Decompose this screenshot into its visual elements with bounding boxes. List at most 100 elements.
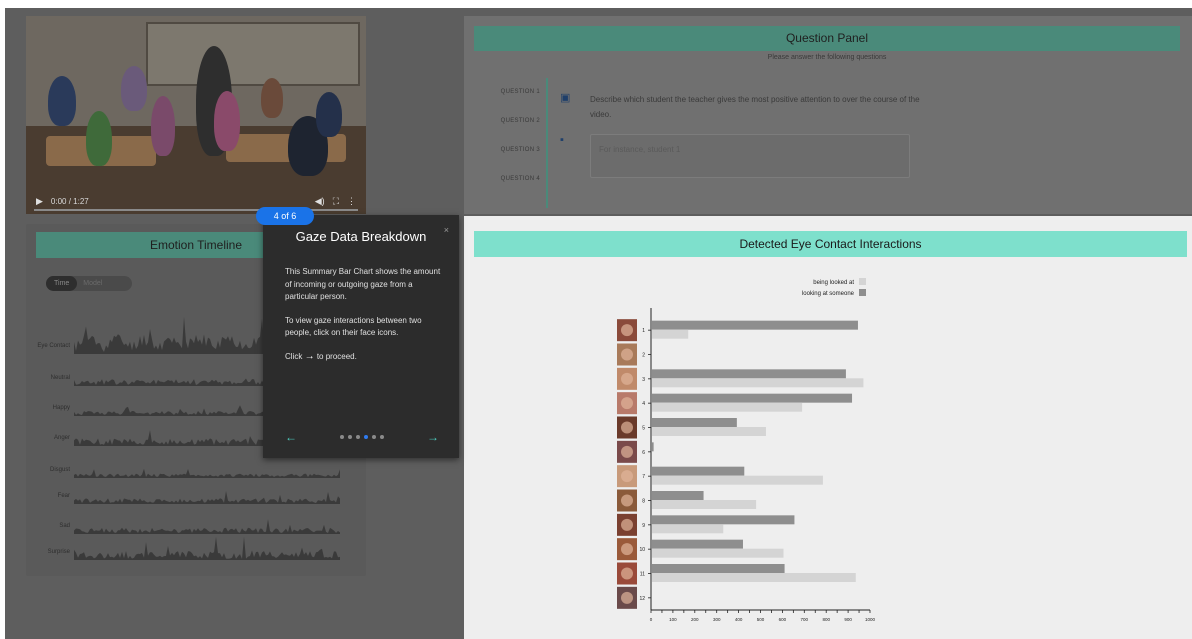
x-tick-label: 700 xyxy=(801,617,809,622)
bar-being-looked-at xyxy=(652,427,766,436)
more-options-icon[interactable]: ⋮ xyxy=(347,196,356,207)
bar-looking-at-someone xyxy=(652,466,745,476)
x-tick-label: 900 xyxy=(844,617,852,622)
bar-being-looked-at xyxy=(652,329,689,339)
emotion-row-label: Disgust xyxy=(49,467,70,473)
x-tick-label: 500 xyxy=(757,617,765,622)
question-panel: Question Panel Please answer the followi… xyxy=(464,16,1192,214)
legend-label: looking at someone xyxy=(802,291,855,297)
face-icon-head xyxy=(621,324,633,337)
tutorial-dots xyxy=(340,435,384,439)
bar-being-looked-at xyxy=(652,524,724,534)
video-table xyxy=(226,134,346,162)
bar-looking-at-someone xyxy=(652,539,743,549)
tutorial-dot[interactable] xyxy=(348,435,352,439)
play-icon[interactable]: ▶ xyxy=(36,196,43,207)
tutorial-dot[interactable] xyxy=(372,435,376,439)
face-icon-head xyxy=(621,591,633,604)
question-panel-subtitle: Please answer the following questions xyxy=(767,54,887,61)
question-nav-item[interactable]: QUESTION 3 xyxy=(484,136,546,165)
eye-contact-title: Detected Eye Contact Interactions xyxy=(474,231,1187,257)
video-person xyxy=(151,96,175,156)
tutorial-dot[interactable] xyxy=(364,435,368,439)
tutorial-paragraph: This Summary Bar Chart shows the amount … xyxy=(285,267,441,301)
y-tick-label: 10 xyxy=(639,547,645,553)
y-tick-label: 11 xyxy=(640,572,645,578)
emotion-row-label: Surprise xyxy=(47,549,70,555)
tutorial-nav: ← → xyxy=(285,430,439,444)
prev-arrow-icon[interactable]: ← xyxy=(285,430,297,444)
bar-looking-at-someone xyxy=(652,320,858,330)
x-tick-label: 100 xyxy=(669,617,677,622)
video-person xyxy=(121,66,147,111)
top-strip xyxy=(0,0,1192,8)
legend-swatch xyxy=(859,289,866,296)
emotion-row-label: Happy xyxy=(52,405,70,411)
bar-looking-at-someone xyxy=(652,515,795,525)
face-icon-head xyxy=(621,445,633,458)
y-tick-label: 7 xyxy=(642,474,645,480)
tutorial-dot[interactable] xyxy=(356,435,360,439)
y-tick-label: 12 xyxy=(639,596,645,602)
step-badge: 4 of 6 xyxy=(256,207,314,225)
toggle-model[interactable]: Model xyxy=(77,280,108,287)
y-tick-label: 8 xyxy=(642,499,645,505)
y-tick-label: 9 xyxy=(642,523,645,529)
bar-being-looked-at xyxy=(652,573,856,582)
fullscreen-icon[interactable]: ⛶ xyxy=(333,196,339,207)
video-person xyxy=(261,78,283,118)
x-tick-label: 800 xyxy=(822,617,830,622)
question-nav: QUESTION 1 QUESTION 2 QUESTION 3 QUESTIO… xyxy=(484,78,548,208)
x-tick-label: 1000 xyxy=(865,617,876,622)
emotion-row-label: Fear xyxy=(57,493,70,499)
tutorial-dot[interactable] xyxy=(340,435,344,439)
emotion-sparkline xyxy=(74,536,340,560)
face-icon-head xyxy=(621,470,633,483)
question-panel-title: Question Panel xyxy=(474,26,1180,51)
emotion-row-label: Sad xyxy=(59,523,70,529)
video-person xyxy=(48,76,76,126)
video-bulletin-board xyxy=(146,22,360,86)
time-model-toggle[interactable]: Time Model xyxy=(46,276,132,291)
face-icon-head xyxy=(621,348,633,361)
face-icon-head xyxy=(621,372,633,385)
x-tick-label: 300 xyxy=(713,617,721,622)
next-arrow-icon[interactable]: → xyxy=(427,430,439,444)
answer-input[interactable]: For instance, student 1 xyxy=(590,134,910,178)
question-text: Describe which student the teacher gives… xyxy=(590,95,920,119)
volume-icon[interactable]: ◀) xyxy=(315,196,325,207)
legend-swatch xyxy=(859,278,866,285)
question-nav-item[interactable]: QUESTION 1 xyxy=(484,78,546,107)
close-icon[interactable]: × xyxy=(444,225,449,235)
emotion-row-label: Anger xyxy=(53,435,70,441)
toggle-time[interactable]: Time xyxy=(46,276,78,291)
arrow-right-icon: → xyxy=(304,350,315,362)
bar-looking-at-someone xyxy=(652,442,654,452)
bar-looking-at-someone xyxy=(652,418,737,427)
emotion-row-label: Neutral xyxy=(50,375,70,381)
question-nav-item[interactable]: QUESTION 2 xyxy=(484,107,546,136)
bar-being-looked-at xyxy=(652,475,823,485)
video-time: 0:00 / 1:27 xyxy=(50,196,89,206)
bar-looking-at-someone xyxy=(652,564,785,573)
tutorial-paragraph: Click → to proceed. xyxy=(285,351,443,364)
x-tick-label: 200 xyxy=(691,617,699,622)
eye-contact-chart: being looked at looking at someone 0 100 200… xyxy=(617,278,876,622)
tutorial-paragraph: To view gaze interactions between two pe… xyxy=(285,315,422,338)
emotion-row-label: Eye Contact xyxy=(37,343,70,349)
eye-contact-panel: being looked at looking at someone 0 100 200… xyxy=(464,216,1192,639)
question-nav-item[interactable]: QUESTION 4 xyxy=(484,165,546,194)
emotion-sparkline-area xyxy=(74,536,340,560)
y-tick-label: 5 xyxy=(642,426,645,432)
bar-being-looked-at xyxy=(652,378,864,388)
tutorial-popover: Gaze Data Breakdown × This Summary Bar C… xyxy=(263,215,459,458)
tutorial-dot[interactable] xyxy=(380,435,384,439)
face-icon-head xyxy=(621,397,633,410)
face-icon-head xyxy=(621,494,633,507)
face-icon-head xyxy=(621,567,633,580)
video-person xyxy=(316,92,342,137)
bar-looking-at-someone xyxy=(652,491,704,500)
video-person xyxy=(214,91,240,151)
classroom-video[interactable]: ▶ 0:00 / 1:27 ◀) ⛶ ⋮ xyxy=(26,16,366,214)
bar-looking-at-someone xyxy=(652,393,853,403)
